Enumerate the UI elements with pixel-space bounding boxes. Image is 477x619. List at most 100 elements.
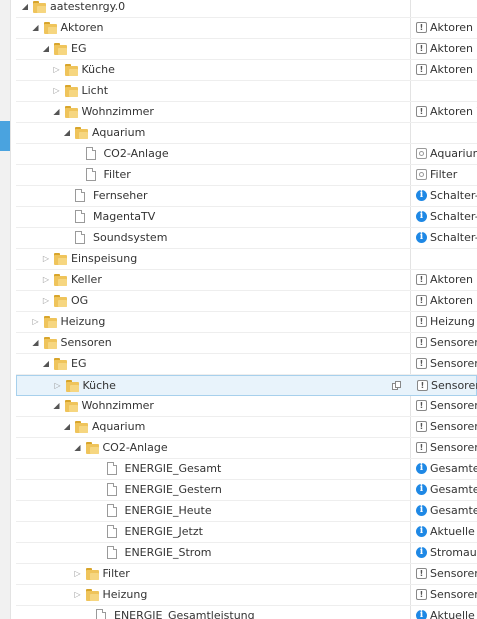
- folder-icon: [54, 295, 67, 307]
- object-name-text: Gesamten: [430, 504, 477, 517]
- tree-state-row[interactable]: ENERGIE_Heute iGesamten: [16, 501, 477, 522]
- expand-toggle-icon[interactable]: ▷: [74, 591, 82, 599]
- tree-folder-row[interactable]: ▷ Keller !Aktoren Keller: [16, 270, 477, 291]
- tree-folder-row[interactable]: ◢CO2-Anlage!Sensoren CO2: [16, 438, 477, 459]
- tree-folder-row[interactable]: ▷ Licht: [16, 81, 477, 102]
- collapse-toggle-icon[interactable]: ◢: [53, 402, 61, 410]
- state-file-icon: [96, 609, 106, 619]
- folder-icon: [85, 442, 99, 454]
- folder-icon: [75, 127, 88, 139]
- name-column-cell: ! Heizung: [416, 312, 477, 332]
- tree-folder-row[interactable]: ◢EG!Sensoren EG: [16, 354, 477, 375]
- tree-folder-row[interactable]: ◢ aatestenrgy.0: [16, 0, 477, 18]
- folder-icon: [85, 568, 99, 580]
- tree-state-row[interactable]: Filter Filter: [16, 165, 477, 186]
- object-tree: ◢ aatestenrgy.0 ◢ Aktoren! Aktoren ◢ EG! Aktore…: [16, 0, 477, 619]
- folder-icon: [65, 380, 79, 392]
- expand-toggle-icon[interactable]: ▷: [42, 276, 50, 284]
- tree-state-row[interactable]: ENERGIE_Jetzt i Aktuelle l: [16, 522, 477, 543]
- object-name-text: Sensoren EG: [430, 357, 477, 370]
- name-cell: ◢ Wohnzimmer: [16, 102, 410, 122]
- left-panel-accent[interactable]: [0, 121, 10, 151]
- name-cell: ENERGIE_Strom: [16, 543, 410, 563]
- folder-icon: [64, 85, 78, 97]
- tree-folder-row[interactable]: ▷Küche!Aktoren Küche: [16, 60, 477, 81]
- collapse-toggle-icon[interactable]: ◢: [53, 108, 61, 116]
- tree-folder-row[interactable]: ◢Wohnzimmer!Sensoren Wohnzimmer: [16, 396, 477, 417]
- name-column-cell: !Aktoren OG: [416, 291, 477, 311]
- collapse-toggle-icon[interactable]: ◢: [42, 45, 50, 53]
- object-name-text: Sensoren Aquarium: [430, 420, 477, 433]
- tree-folder-row[interactable]: ▷Küche!Sensoren Küche: [16, 375, 477, 396]
- expand-toggle-icon[interactable]: ▷: [53, 66, 61, 74]
- folder-icon: [75, 421, 88, 433]
- name-cell: CO2-Anlage: [16, 144, 410, 164]
- tree-folder-row[interactable]: ▷ Heizung ! Heizung: [16, 312, 477, 333]
- tree-state-row[interactable]: CO2-Anlage Aquarium: [16, 144, 477, 165]
- state-icon: !: [416, 274, 427, 285]
- name-cell: Filter: [16, 165, 410, 185]
- tree-folder-row[interactable]: ◢ Sensoren! Sensoren: [16, 333, 477, 354]
- name-cell: ◢ Wohnzimmer: [16, 396, 410, 416]
- folder-icon: [54, 43, 67, 55]
- info-icon: i: [416, 232, 427, 243]
- state-label: ENERGIE_Jetzt: [124, 525, 203, 538]
- tree-folder-row[interactable]: ▷Heizung!Sensoren Heizung: [16, 585, 477, 606]
- tree-state-row[interactable]: ENERGIE_Gestern iGesamten: [16, 480, 477, 501]
- folder-label: Keller: [71, 273, 102, 286]
- expand-toggle-icon[interactable]: ▷: [53, 87, 61, 95]
- folder-label: Wohnzimmer: [81, 399, 154, 412]
- folder-icon: [64, 64, 78, 76]
- copy-icon[interactable]: [392, 381, 402, 391]
- folder-label: Heizung: [60, 315, 106, 328]
- name-column-cell: !Sensoren CO2: [416, 438, 477, 458]
- name-cell: ▷ Küche: [17, 376, 411, 396]
- state-file-icon: [106, 546, 117, 559]
- object-name-text: Sensoren: [430, 336, 477, 349]
- name-column-cell: !Aktoren Wohnzimmer: [416, 102, 477, 122]
- name-column-cell: i Aktuelle l: [416, 522, 477, 542]
- folder-icon: [43, 316, 57, 328]
- name-cell: ▷ Filter: [16, 564, 410, 584]
- tree-folder-row[interactable]: ◢ Aktoren! Aktoren: [16, 18, 477, 39]
- collapse-toggle-icon[interactable]: ◢: [21, 3, 29, 11]
- expand-toggle-icon[interactable]: ▷: [42, 255, 50, 263]
- collapse-toggle-icon[interactable]: ◢: [63, 129, 71, 137]
- folder-label: OG: [71, 294, 89, 307]
- folder-icon: [43, 337, 57, 349]
- state-label: ENERGIE_Gesamt: [124, 462, 222, 475]
- folder-label: Sensoren: [60, 336, 112, 349]
- tree-state-row[interactable]: Soundsystem i Schalter-: [16, 228, 477, 249]
- collapse-toggle-icon[interactable]: ◢: [42, 360, 50, 368]
- tree-folder-row[interactable]: ◢EG!Aktoren EG: [16, 39, 477, 60]
- tree-folder-row[interactable]: ◢ Aquarium: [16, 123, 477, 144]
- name-column-cell: i Schalter-: [416, 207, 477, 227]
- tree-folder-row[interactable]: ◢Aquarium!Sensoren Aquarium: [16, 417, 477, 438]
- name-column-cell: [416, 0, 477, 17]
- collapse-toggle-icon[interactable]: ◢: [32, 339, 40, 347]
- object-name-text: Stromauf: [430, 546, 477, 559]
- expand-toggle-icon[interactable]: ▷: [32, 318, 40, 326]
- state-file-icon: [85, 168, 96, 181]
- object-name-text: Sensoren CO2: [430, 441, 477, 454]
- collapse-toggle-icon[interactable]: ◢: [63, 423, 71, 431]
- collapse-toggle-icon[interactable]: ◢: [32, 24, 40, 32]
- object-name-text: Sensoren Küche: [431, 379, 477, 392]
- name-column-cell: !Aktoren Keller: [416, 270, 477, 290]
- tree-folder-row[interactable]: ▷Filter!Sensoren Filter: [16, 564, 477, 585]
- tree-state-row[interactable]: MagentaTV i Schalter-: [16, 207, 477, 228]
- expand-toggle-icon[interactable]: ▷: [42, 297, 50, 305]
- tree-folder-row[interactable]: ▷ OG !Aktoren OG: [16, 291, 477, 312]
- tree-folder-row[interactable]: ◢Wohnzimmer !Aktoren Wohnzimmer: [16, 102, 477, 123]
- state-icon: !: [416, 568, 427, 579]
- name-column-cell: iGesamten: [416, 459, 477, 479]
- tree-state-row[interactable]: ENERGIE_Strom i Stromauf: [16, 543, 477, 564]
- collapse-toggle-icon[interactable]: ◢: [74, 444, 82, 452]
- tree-state-row[interactable]: ENERGIE_Gesamt iGesamten: [16, 459, 477, 480]
- expand-toggle-icon[interactable]: ▷: [54, 382, 62, 390]
- name-cell: ◢ EG: [16, 354, 410, 374]
- tree-state-row[interactable]: Fernseher i Schalter-: [16, 186, 477, 207]
- tree-state-row[interactable]: ENERGIE_Gesamtleistung i Aktuelle l: [16, 606, 477, 619]
- expand-toggle-icon[interactable]: ▷: [74, 570, 82, 578]
- tree-folder-row[interactable]: ▷ Einspeisung: [16, 249, 477, 270]
